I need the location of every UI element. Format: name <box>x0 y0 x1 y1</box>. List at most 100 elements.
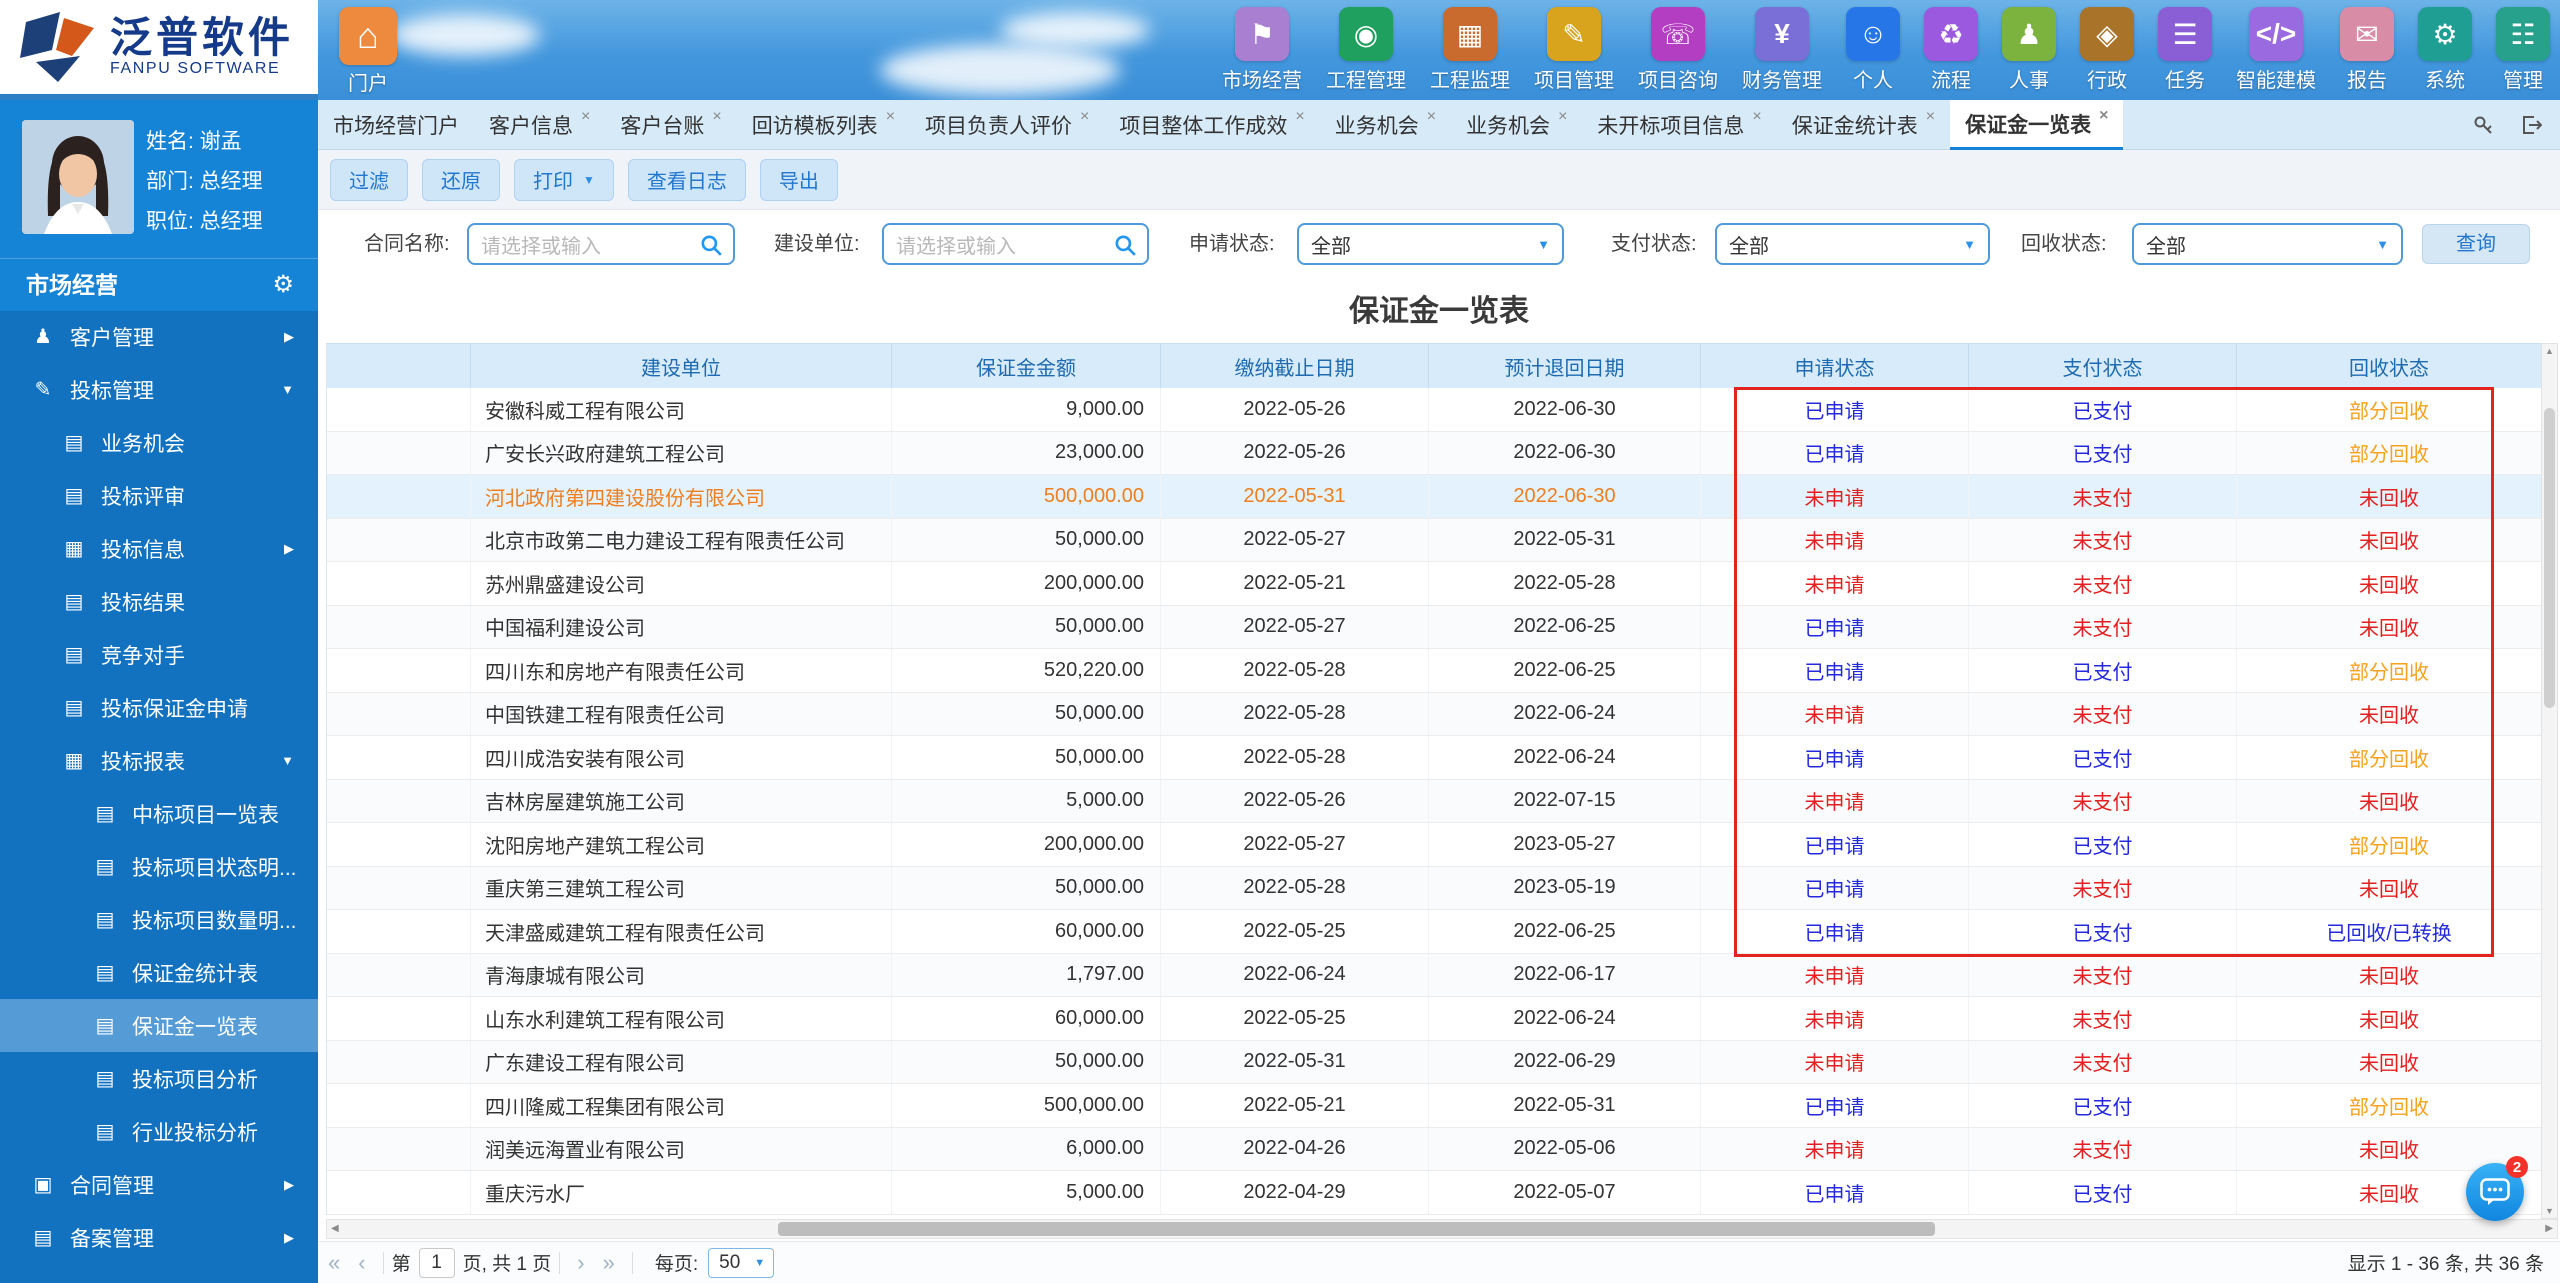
gear-icon[interactable]: ⚙ <box>272 259 294 311</box>
sidebar-item-保证金统计表[interactable]: ▤ 保证金统计表 <box>0 946 318 999</box>
table-row[interactable]: 苏州鼎盛建设公司 200,000.00 2022-05-21 2022-05-28 未申… <box>327 562 2541 606</box>
table-row[interactable]: 山东水利建筑工程有限公司 60,000.00 2022-05-25 2022-06-2… <box>327 997 2541 1041</box>
row-select-cell[interactable] <box>327 1040 471 1083</box>
close-icon[interactable]: × <box>1080 108 1089 126</box>
prev-page-button[interactable]: ‹ <box>358 1250 365 1276</box>
tab-项目负责人评价[interactable]: 项目负责人评价 × <box>910 100 1104 150</box>
nav-item-财务管理[interactable]: ¥ 财务管理 <box>1742 7 1822 93</box>
table-row[interactable]: 河北政府第四建设股份有限公司 500,000.00 2022-05-31 2022-0… <box>327 475 2541 519</box>
horizontal-scrollbar[interactable]: ◀ ▶ <box>326 1219 2558 1239</box>
sidebar-item-中标项目一览表[interactable]: ▤ 中标项目一览表 <box>0 787 318 840</box>
row-select-cell[interactable] <box>327 388 471 431</box>
row-select-cell[interactable] <box>327 475 471 518</box>
scroll-left-icon[interactable]: ◀ <box>331 1220 339 1238</box>
table-row[interactable]: 广安长兴政府建筑工程公司 23,000.00 2022-05-26 2022-06-3… <box>327 431 2541 475</box>
tab-保证金一览表[interactable]: 保证金一览表 × <box>1950 100 2124 150</box>
sidebar-item-投标评审[interactable]: ▤ 投标评审 <box>0 469 318 522</box>
row-select-cell[interactable] <box>327 431 471 474</box>
close-icon[interactable]: × <box>1427 108 1436 126</box>
chat-widget-button[interactable]: 2 <box>2466 1156 2528 1221</box>
nav-item-报告[interactable]: ✉ 报告 <box>2340 7 2394 93</box>
column-header[interactable]: 支付状态 <box>1969 344 2237 388</box>
sidebar-item-行业投标分析[interactable]: ▤ 行业投标分析 <box>0 1105 318 1158</box>
sidebar-item-备案管理[interactable]: ▤ 备案管理 ▶ <box>0 1211 318 1264</box>
nav-item-portal[interactable]: ⌂ 门户 <box>330 7 406 96</box>
row-select-cell[interactable] <box>327 1171 471 1214</box>
打印-button[interactable]: 打印 ▼ <box>514 158 614 201</box>
recover-status-select[interactable]: 全部 ▼ <box>2132 223 2403 265</box>
还原-button[interactable]: 还原 <box>422 158 500 201</box>
table-row[interactable]: 润美远海置业有限公司 6,000.00 2022-04-26 2022-05-06 未申… <box>327 1127 2541 1171</box>
row-select-cell[interactable] <box>327 736 471 779</box>
nav-item-工程监理[interactable]: ▦ 工程监理 <box>1430 7 1510 93</box>
nav-item-管理[interactable]: ☷ 管理 <box>2496 7 2550 93</box>
sidebar-item-投标结果[interactable]: ▤ 投标结果 <box>0 575 318 628</box>
key-icon[interactable] <box>2472 114 2494 136</box>
close-icon[interactable]: × <box>1558 108 1567 126</box>
table-row[interactable]: 中国铁建工程有限责任公司 50,000.00 2022-05-28 2022-06-2… <box>327 692 2541 736</box>
nav-item-人事[interactable]: ♟ 人事 <box>2002 7 2056 93</box>
tab-回访模板列表[interactable]: 回访模板列表 × <box>737 100 910 150</box>
row-select-cell[interactable] <box>327 562 471 605</box>
logout-icon[interactable] <box>2520 114 2542 136</box>
导出-button[interactable]: 导出 <box>759 158 838 201</box>
next-page-button[interactable]: › <box>577 1250 584 1276</box>
column-header[interactable]: 保证金金额 <box>892 344 1161 388</box>
search-icon[interactable] <box>699 233 723 262</box>
scroll-right-icon[interactable]: ▶ <box>2545 1220 2553 1238</box>
nav-item-系统[interactable]: ⚙ 系统 <box>2418 7 2472 93</box>
过滤-button[interactable]: 过滤 <box>330 158 408 201</box>
row-select-cell[interactable] <box>327 866 471 909</box>
tab-业务机会[interactable]: 业务机会 × <box>1451 100 1582 150</box>
close-icon[interactable]: × <box>581 108 590 126</box>
sidebar-item-投标保证金申请[interactable]: ▤ 投标保证金申请 <box>0 681 318 734</box>
last-page-button[interactable]: » <box>603 1250 615 1276</box>
column-header[interactable] <box>327 344 471 388</box>
row-select-cell[interactable] <box>327 953 471 996</box>
tab-项目整体工作成效[interactable]: 项目整体工作成效 × <box>1104 100 1319 150</box>
nav-item-行政[interactable]: ◈ 行政 <box>2080 7 2134 93</box>
sidebar-item-保证金一览表[interactable]: ▤ 保证金一览表 <box>0 999 318 1052</box>
scroll-down-icon[interactable]: ▼ <box>2542 1206 2557 1216</box>
vertical-scrollbar[interactable]: ▲ ▼ <box>2541 343 2558 1219</box>
sidebar-item-投标项目数量明...[interactable]: ▤ 投标项目数量明... <box>0 893 318 946</box>
row-select-cell[interactable] <box>327 910 471 953</box>
column-header[interactable]: 预计退回日期 <box>1429 344 1701 388</box>
table-row[interactable]: 四川东和房地产有限责任公司 520,220.00 2022-05-28 2022-06… <box>327 649 2541 693</box>
vertical-scroll-thumb[interactable] <box>2544 408 2555 708</box>
sidebar-item-投标项目分析[interactable]: ▤ 投标项目分析 <box>0 1052 318 1105</box>
build-unit-input[interactable]: 请选择或输入 <box>882 223 1149 265</box>
avatar[interactable] <box>22 120 134 234</box>
tab-业务机会[interactable]: 业务机会 × <box>1320 100 1451 150</box>
close-icon[interactable]: × <box>1926 108 1935 126</box>
row-select-cell[interactable] <box>327 997 471 1040</box>
sidebar-item-竞争对手[interactable]: ▤ 竞争对手 <box>0 628 318 681</box>
page-number-input[interactable]: 1 <box>418 1247 455 1278</box>
row-select-cell[interactable] <box>327 649 471 692</box>
nav-item-任务[interactable]: ☰ 任务 <box>2158 7 2212 93</box>
sidebar-item-业务机会[interactable]: ▤ 业务机会 <box>0 416 318 469</box>
close-icon[interactable]: × <box>2099 107 2108 125</box>
nav-item-市场经营[interactable]: ⚑ 市场经营 <box>1222 7 1302 93</box>
sidebar-item-投标管理[interactable]: ✎ 投标管理 ▼ <box>0 363 318 416</box>
sidebar-item-投标信息[interactable]: ▦ 投标信息 ▶ <box>0 522 318 575</box>
close-icon[interactable]: × <box>1752 108 1761 126</box>
column-header[interactable]: 回收状态 <box>2237 344 2541 388</box>
table-row[interactable]: 四川成浩安装有限公司 50,000.00 2022-05-28 2022-06-24 已… <box>327 736 2541 780</box>
row-select-cell[interactable] <box>327 823 471 866</box>
pay-status-select[interactable]: 全部 ▼ <box>1715 223 1990 265</box>
table-row[interactable]: 重庆污水厂 5,000.00 2022-04-29 2022-05-07 已申请 已支付未… <box>327 1171 2541 1215</box>
nav-item-工程管理[interactable]: ◉ 工程管理 <box>1326 7 1406 93</box>
column-header[interactable]: 申请状态 <box>1701 344 1969 388</box>
row-select-cell[interactable] <box>327 1127 471 1170</box>
contract-name-input[interactable]: 请选择或输入 <box>467 223 735 265</box>
table-row[interactable]: 重庆第三建筑工程公司 50,000.00 2022-05-28 2023-05-19 已… <box>327 866 2541 910</box>
nav-item-流程[interactable]: ♻ 流程 <box>1924 7 1978 93</box>
tab-客户台账[interactable]: 客户台账 × <box>605 100 736 150</box>
per-page-select[interactable]: 50 ▼ <box>708 1247 775 1278</box>
scroll-up-icon[interactable]: ▲ <box>2542 346 2557 356</box>
close-icon[interactable]: × <box>712 108 721 126</box>
column-header[interactable]: 建设单位 <box>471 344 892 388</box>
close-icon[interactable]: × <box>1295 108 1304 126</box>
horizontal-scroll-thumb[interactable] <box>778 1222 1935 1236</box>
